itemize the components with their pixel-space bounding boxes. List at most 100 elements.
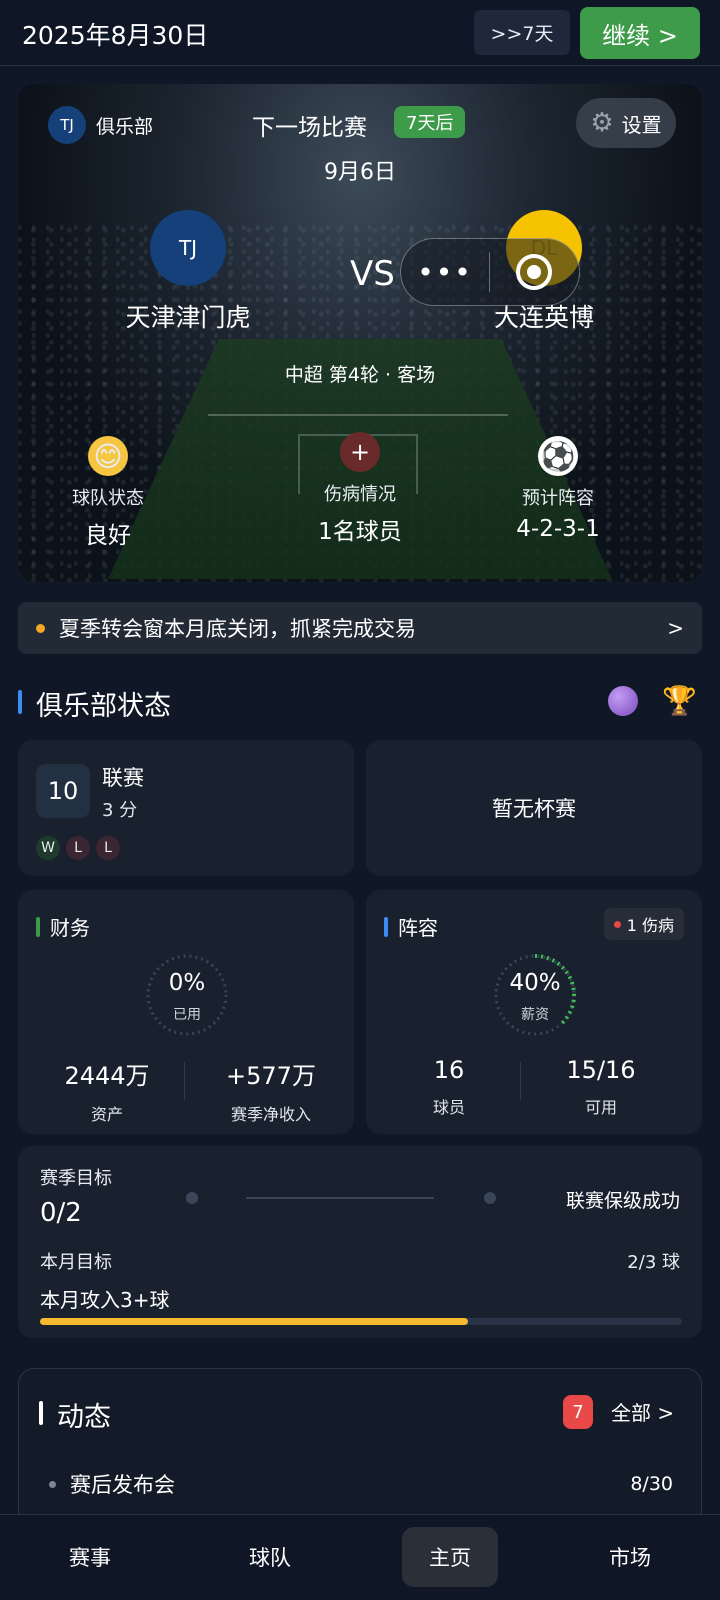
- net-income-label: 赛季净收入: [230, 1105, 311, 1124]
- club-status-header: 俱乐部状态 🏆: [18, 682, 702, 722]
- players-value: 16: [433, 1056, 465, 1084]
- squad-header: 阵容: [384, 912, 438, 941]
- chevron-right-icon: >: [667, 616, 684, 640]
- net-income-stat: +577万 赛季净收入: [196, 1056, 346, 1125]
- settings-button[interactable]: ⚙ 设置: [576, 98, 676, 148]
- season-goal-value: 0/2: [40, 1198, 82, 1228]
- month-goal-label: 本月目标: [40, 1252, 112, 1273]
- gear-icon: ⚙: [590, 108, 614, 138]
- red-dot-icon: [613, 920, 621, 928]
- list-item[interactable]: 赛后发布会 8/30: [49, 1469, 673, 1499]
- squad-title: 阵容: [398, 916, 438, 940]
- crystal-ball-icon[interactable]: [608, 686, 638, 716]
- match-meta: 中超 第4轮 · 客场: [284, 364, 436, 386]
- league-rank: 10: [36, 764, 90, 818]
- wage-label: 薪资: [521, 1007, 549, 1023]
- injury-value: 1名球员: [318, 519, 402, 545]
- available-label: 可用: [584, 1098, 617, 1117]
- skip-7-days-button[interactable]: >>7天: [474, 10, 570, 55]
- formation-label: 预计阵容: [522, 488, 594, 509]
- available-stat: 15/16 可用: [526, 1056, 676, 1118]
- settings-label: 设置: [621, 112, 662, 137]
- home-team-name: 天津津门虎: [125, 303, 251, 332]
- kv-divider: [520, 1062, 521, 1100]
- next-match-title: 下一场比赛: [252, 115, 367, 141]
- home-team-badge: TJ: [150, 210, 226, 286]
- players-label: 球员: [432, 1098, 465, 1117]
- capsule-divider: [489, 252, 490, 292]
- league-card[interactable]: 10 联赛 3 分 W L L: [18, 740, 354, 876]
- finance-title: 财务: [50, 916, 90, 940]
- injury-badge[interactable]: 1 伤病: [603, 908, 684, 940]
- continue-button[interactable]: 继续 >: [580, 7, 700, 59]
- club-status-title: 俱乐部状态: [36, 691, 171, 722]
- players-stat: 16 球员: [374, 1056, 524, 1118]
- club-tag[interactable]: TJ 俱乐部: [48, 106, 153, 144]
- team-form-value: 良好: [85, 523, 131, 549]
- vs-label: VS: [350, 254, 395, 294]
- squad-accent-bar: [384, 916, 388, 937]
- medical-plus-icon: +: [340, 432, 380, 472]
- budget-used-label: 已用: [173, 1007, 201, 1023]
- close-target-icon[interactable]: [516, 254, 552, 290]
- cup-card[interactable]: 暂无杯赛: [366, 740, 702, 876]
- form-result: L: [96, 836, 120, 860]
- news-item-date: 8/30: [630, 1473, 673, 1495]
- net-income-value: +577万: [226, 1062, 316, 1090]
- club-label: 俱乐部: [96, 115, 154, 138]
- nav-tab-team[interactable]: 球队: [222, 1527, 318, 1587]
- top-bar: 2025年8月30日 >>7天 继续 >: [0, 0, 720, 66]
- league-name: 联赛: [102, 766, 144, 790]
- transfer-window-notice[interactable]: 夏季转会窗本月底关闭，抓紧完成交易 >: [18, 602, 702, 654]
- season-goal-label: 赛季目标: [40, 1168, 112, 1189]
- nav-tab-market[interactable]: 市场: [582, 1527, 678, 1587]
- finance-card[interactable]: 财务 0% 已用 2444万 资产 +577万 赛季净收入: [18, 890, 354, 1134]
- days-until-badge: 7天后: [394, 106, 466, 138]
- club-badge: TJ: [48, 106, 86, 144]
- month-progress-fill: [40, 1318, 468, 1325]
- form-result: W: [36, 836, 60, 860]
- squad-card[interactable]: 阵容 1 伤病 40% 薪资 16 球员 15/16 可用: [366, 890, 702, 1134]
- next-match-card[interactable]: TJ 俱乐部 下一场比赛 7天后 9月6日 ⚙ 设置 TJ DL 天津津门虎 大…: [18, 84, 702, 582]
- wage-pct: 40%: [509, 970, 561, 996]
- objectives-card[interactable]: 赛季目标 0/2 联赛保级成功 本月目标 2/3 球 本月攻入3+球: [18, 1146, 702, 1338]
- finance-accent-bar: [36, 916, 40, 937]
- trophy-icon[interactable]: 🏆: [662, 684, 697, 717]
- budget-ring: 0% 已用: [144, 952, 230, 1038]
- formation-stat: ⚽ 预计阵容 4-2-3-1: [468, 436, 648, 542]
- finance-header: 财务: [36, 912, 90, 941]
- season-goal-target: 联赛保级成功: [565, 1190, 680, 1212]
- assets-value: 2444万: [64, 1062, 150, 1090]
- recent-form: W L L: [36, 836, 120, 860]
- view-all-link[interactable]: 全部 >: [611, 1397, 674, 1426]
- news-count-badge: 7: [563, 1395, 593, 1429]
- section-accent-bar: [18, 690, 22, 714]
- soccer-ball-icon: ⚽: [538, 436, 578, 476]
- nav-tab-home[interactable]: 主页: [402, 1527, 498, 1587]
- month-goal-progress: 2/3 球: [627, 1252, 680, 1273]
- bullet-icon: [49, 1480, 56, 1488]
- available-value: 15/16: [566, 1056, 636, 1084]
- more-dots-icon[interactable]: •••: [401, 256, 489, 289]
- progress-dot: [484, 1192, 496, 1204]
- smile-icon: 😊: [88, 436, 128, 476]
- match-date: 9月6日: [324, 160, 396, 185]
- notice-dot-icon: [36, 623, 45, 633]
- injury-stat: + 伤病情况 1名球员: [270, 432, 450, 546]
- month-goal-title: 本月攻入3+球: [40, 1288, 170, 1312]
- team-form-label: 球队状态: [72, 488, 144, 509]
- cup-status: 暂无杯赛: [492, 797, 576, 821]
- progress-track: [246, 1197, 434, 1199]
- budget-used-pct: 0%: [168, 970, 206, 996]
- league-points: 3 分: [102, 800, 138, 821]
- news-accent-bar: [39, 1401, 43, 1425]
- formation-value: 4-2-3-1: [516, 516, 600, 542]
- progress-dot: [186, 1192, 198, 1204]
- form-result: L: [66, 836, 90, 860]
- injury-label: 伤病情况: [324, 484, 396, 505]
- assets-label: 资产: [90, 1105, 123, 1124]
- wage-ring: 40% 薪资: [492, 952, 578, 1038]
- current-date: 2025年8月30日: [22, 21, 209, 50]
- team-form-stat: 😊 球队状态 良好: [18, 436, 198, 550]
- nav-tab-matches[interactable]: 赛事: [42, 1527, 138, 1587]
